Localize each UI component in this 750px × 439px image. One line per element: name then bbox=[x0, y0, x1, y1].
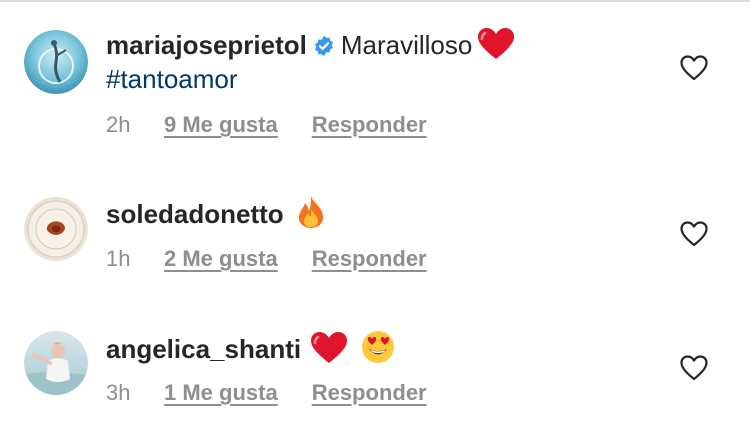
comment-text: angelica_shanti bbox=[106, 330, 395, 372]
reply-button[interactable]: Responder bbox=[312, 111, 427, 139]
comment-meta: 3h 1 Me gusta Responder bbox=[106, 379, 427, 407]
verified-badge-icon bbox=[313, 31, 335, 65]
likes-count-link[interactable]: 9 Me gusta bbox=[164, 111, 278, 139]
fire-emoji-icon bbox=[296, 195, 326, 237]
red-heart-emoji-icon bbox=[311, 332, 348, 372]
comment-time: 1h bbox=[106, 246, 131, 271]
reply-button[interactable]: Responder bbox=[312, 379, 427, 407]
comment-time: 3h bbox=[106, 380, 131, 405]
red-heart-emoji-icon bbox=[478, 28, 515, 68]
comment-meta: 1h 2 Me gusta Responder bbox=[106, 245, 427, 273]
heart-icon[interactable] bbox=[680, 221, 708, 247]
avatar[interactable] bbox=[24, 30, 88, 94]
reply-button[interactable]: Responder bbox=[312, 245, 427, 273]
comment-meta: 2h 9 Me gusta Responder bbox=[106, 111, 427, 139]
top-divider bbox=[0, 0, 750, 2]
avatar[interactable] bbox=[24, 331, 88, 395]
comment-hashtag-line: #tantoamor bbox=[106, 62, 238, 96]
heart-icon[interactable] bbox=[680, 355, 708, 381]
comment-text: soledadonetto bbox=[106, 195, 326, 237]
likes-count-link[interactable]: 1 Me gusta bbox=[164, 379, 278, 407]
heart-eyes-emoji-icon bbox=[361, 330, 395, 372]
comment-time: 2h bbox=[106, 112, 131, 137]
username[interactable]: mariajoseprietol bbox=[106, 30, 307, 60]
heart-icon[interactable] bbox=[680, 55, 708, 81]
hashtag-link[interactable]: #tantoamor bbox=[106, 64, 238, 94]
username[interactable]: angelica_shanti bbox=[106, 334, 301, 364]
username[interactable]: soledadonetto bbox=[106, 199, 284, 229]
avatar[interactable] bbox=[24, 197, 88, 261]
likes-count-link[interactable]: 2 Me gusta bbox=[164, 245, 278, 273]
comment-body: Maravilloso bbox=[340, 30, 473, 60]
